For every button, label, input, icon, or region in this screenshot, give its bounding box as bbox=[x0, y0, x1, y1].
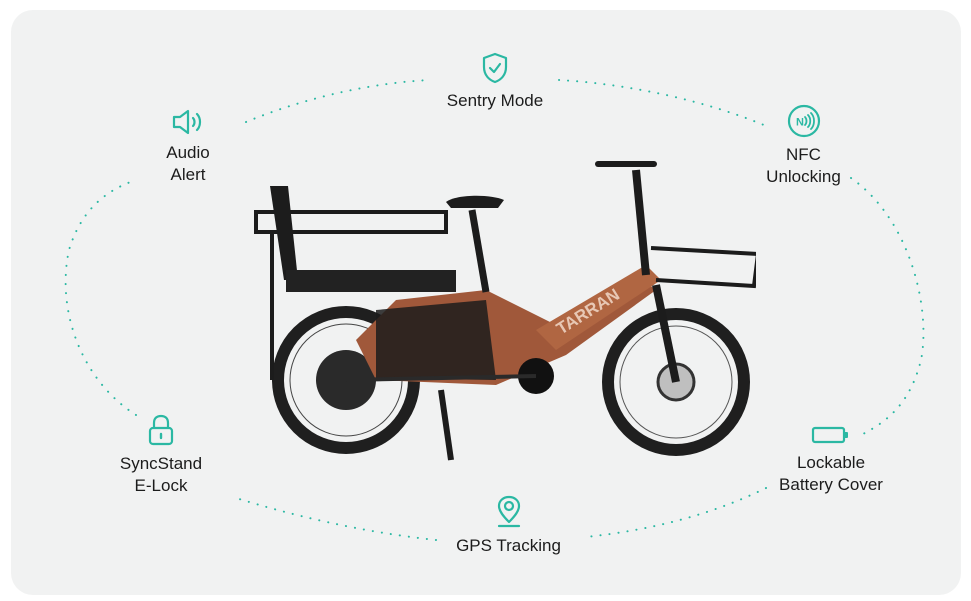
feature-nfc-unlocking: N NFC Unlocking bbox=[756, 104, 851, 188]
nfc-icon: N bbox=[787, 104, 820, 138]
feature-label-line: GPS Tracking bbox=[456, 536, 561, 555]
location-pin-icon bbox=[497, 495, 520, 528]
feature-label-line: Unlocking bbox=[766, 167, 841, 186]
feature-label-line: Sentry Mode bbox=[446, 91, 544, 110]
speaker-icon bbox=[172, 109, 202, 135]
feature-label-line: Audio bbox=[166, 143, 210, 162]
cargo-ebike-image: TARRAN bbox=[254, 161, 756, 461]
feature-label-line: NFC bbox=[786, 145, 821, 164]
padlock-icon bbox=[148, 414, 174, 446]
feature-label-line: SyncStand bbox=[119, 454, 203, 473]
features-card: Sentry Mode Audio Alert N NFC Unlocking … bbox=[11, 10, 961, 595]
feature-lockable-battery-cover: Lockable Battery Cover bbox=[761, 424, 901, 496]
feature-audio-alert: Audio Alert bbox=[148, 108, 228, 186]
feature-label-line: Battery Cover bbox=[779, 475, 883, 494]
shield-check-icon bbox=[482, 52, 508, 84]
battery-icon bbox=[811, 426, 848, 444]
svg-text:N: N bbox=[796, 117, 804, 129]
feature-label-line: Alert bbox=[170, 165, 206, 184]
feature-syncstand-elock: SyncStand E-Lock bbox=[106, 413, 216, 497]
feature-sentry-mode: Sentry Mode bbox=[425, 52, 565, 112]
feature-label-line: E-Lock bbox=[134, 476, 188, 495]
feature-label-line: Lockable bbox=[796, 453, 866, 472]
feature-gps-tracking: GPS Tracking bbox=[431, 495, 586, 557]
